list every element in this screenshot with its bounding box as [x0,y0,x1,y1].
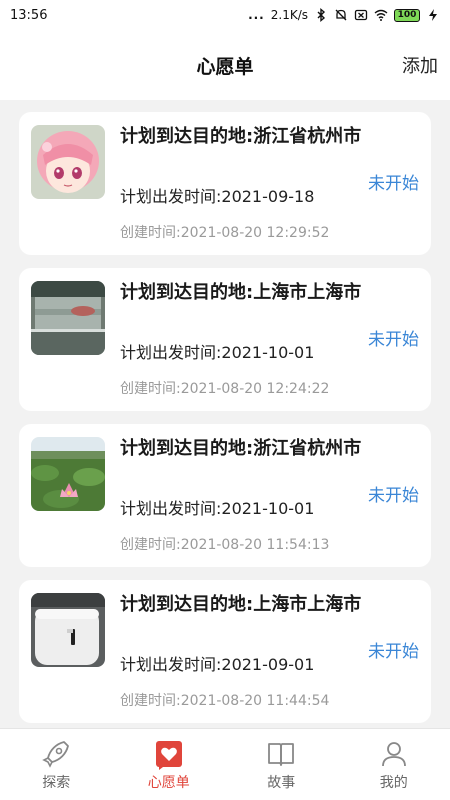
sim-off-icon [354,9,368,21]
battery-icon: 100 [394,8,420,22]
wish-depart-time: 计划出发时间:2021-09-01 [120,655,315,674]
status-bar: 13:56 ... 2.1K/s 100 [0,0,450,30]
nav-label: 探索 [42,774,71,791]
wish-thumbnail-car-window [31,281,105,355]
wish-card[interactable]: 计划到达目的地:浙江省杭州市 计划出发时间:2021-09-18 创建时间:20… [19,112,431,255]
wish-depart-time: 计划出发时间:2021-10-01 [120,499,315,518]
network-speed: 2.1K/s [270,8,308,22]
page-title: 心愿单 [196,55,254,78]
wish-depart-time: 计划出发时间:2021-09-18 [120,187,315,206]
wish-destination: 计划到达目的地:浙江省杭州市 [120,438,362,459]
wish-destination: 计划到达目的地:上海市上海市 [120,282,362,303]
add-button[interactable]: 添加 [402,30,438,100]
notification-dots: ... [248,8,265,22]
wish-thumbnail-earbuds-case [31,593,105,667]
wish-status: 未开始 [368,486,419,506]
nav-item-story[interactable]: 故事 [225,729,338,800]
wish-card[interactable]: 计划到达目的地:浙江省杭州市 计划出发时间:2021-10-01 创建时间:20… [19,424,431,567]
rocket-icon [42,740,70,768]
wish-card[interactable]: 计划到达目的地:上海市上海市 计划出发时间:2021-10-01 创建时间:20… [19,268,431,411]
charging-icon [429,9,437,21]
wish-thumbnail-lotus [31,437,105,511]
wish-created-time: 创建时间:2021-08-20 12:29:52 [120,225,330,241]
wish-status: 未开始 [368,330,419,350]
nav-item-explore[interactable]: 探索 [0,729,113,800]
wish-status: 未开始 [368,642,419,662]
wish-depart-time: 计划出发时间:2021-10-01 [120,343,315,362]
wish-destination: 计划到达目的地:浙江省杭州市 [120,126,362,147]
wish-destination: 计划到达目的地:上海市上海市 [120,594,362,615]
nav-label: 我的 [379,774,408,791]
mute-icon [335,9,347,21]
status-icons: ... 2.1K/s 100 [248,8,440,22]
wish-status: 未开始 [368,174,419,194]
bottom-nav: 探索 心愿单 故事 我的 [0,728,450,800]
wish-created-time: 创建时间:2021-08-20 11:44:54 [120,693,330,709]
user-icon [381,741,406,766]
wish-card[interactable]: 计划到达目的地:上海市上海市 计划出发时间:2021-09-01 创建时间:20… [19,580,431,723]
wish-created-time: 创建时间:2021-08-20 12:24:22 [120,381,330,397]
nav-item-wishlist[interactable]: 心愿单 [113,729,226,800]
book-icon [268,742,295,766]
app-header: 心愿单 添加 [0,30,450,100]
heart-icon [155,740,182,770]
nav-item-profile[interactable]: 我的 [338,729,450,800]
nav-label: 故事 [267,774,296,791]
nav-label: 心愿单 [147,774,190,791]
wish-created-time: 创建时间:2021-08-20 11:54:13 [120,537,330,553]
wish-list[interactable]: 计划到达目的地:浙江省杭州市 计划出发时间:2021-09-18 创建时间:20… [0,100,450,728]
wish-thumbnail-anime-girl [31,125,105,199]
bluetooth-icon [317,8,326,22]
status-time: 13:56 [10,7,48,23]
wifi-icon [374,9,388,21]
